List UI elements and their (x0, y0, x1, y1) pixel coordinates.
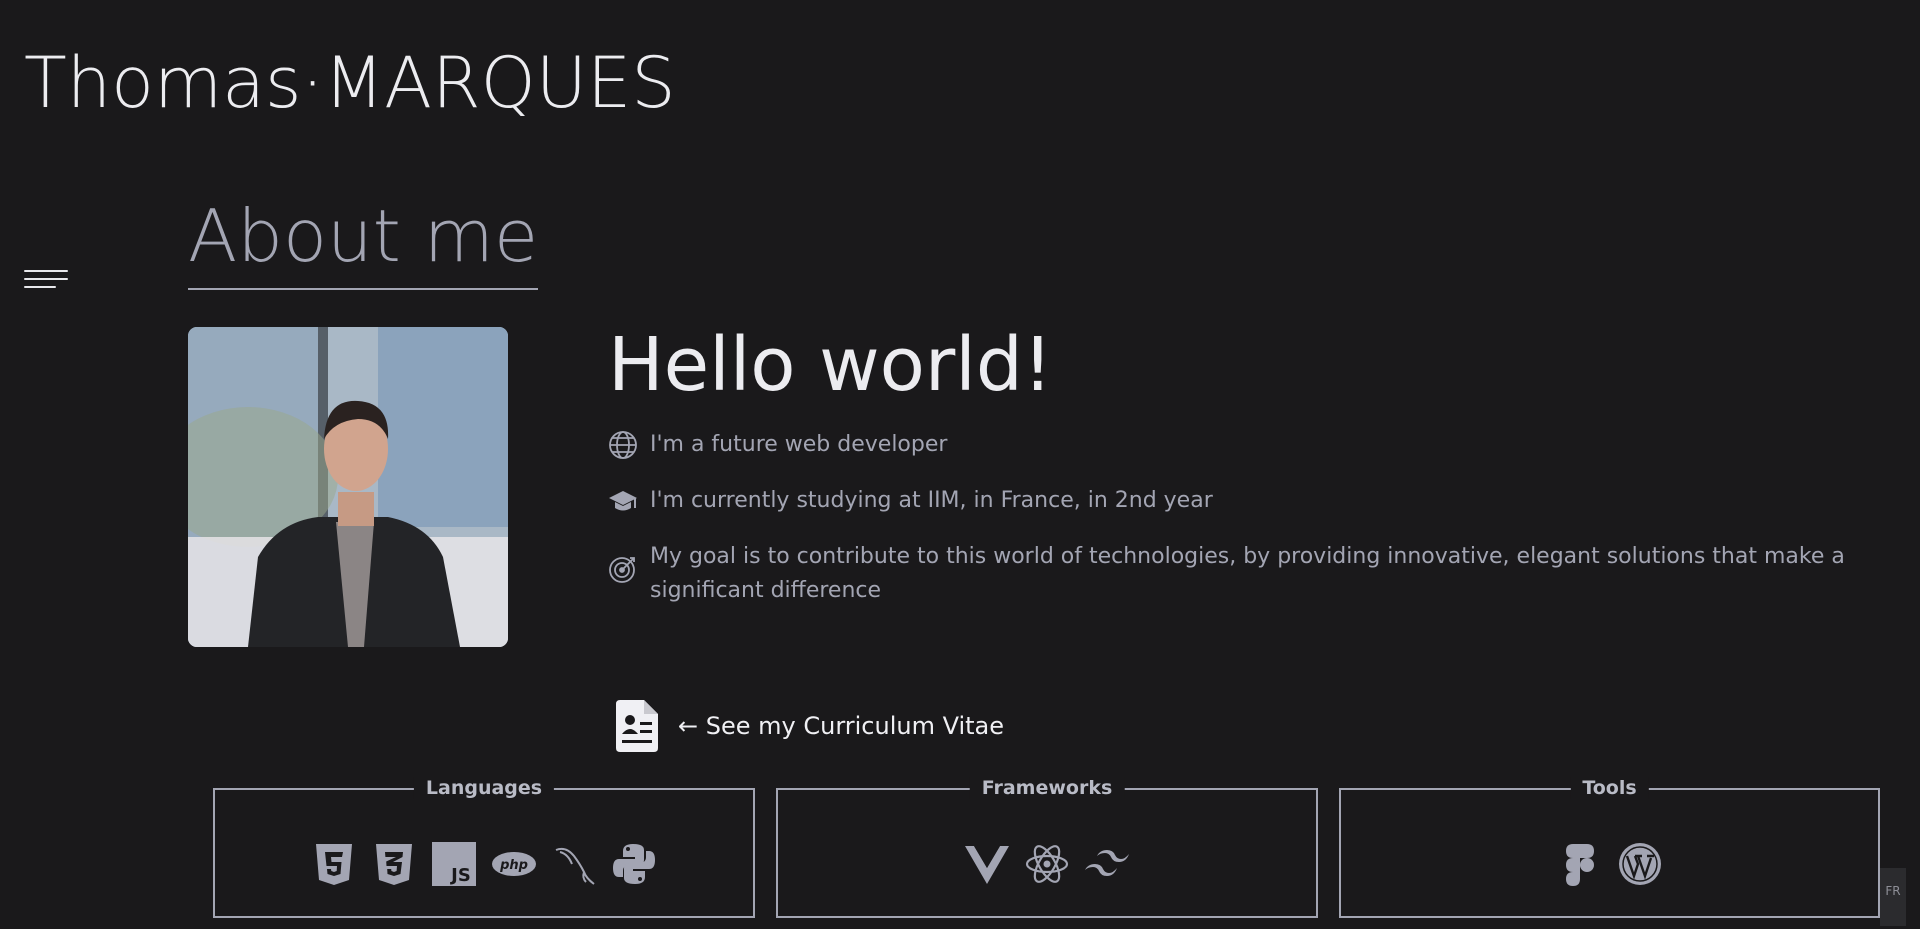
skills-frameworks: Frameworks (776, 777, 1318, 918)
javascript-icon: JS (432, 842, 476, 886)
fact-text: I'm a future web developer (650, 432, 948, 457)
skills-frameworks-title: Frameworks (969, 777, 1125, 799)
fact-item: I'm currently studying at IIM, in France… (608, 484, 1858, 518)
figma-icon (1558, 842, 1602, 886)
profile-photo (188, 327, 508, 647)
fact-item: I'm a future web developer (608, 428, 1858, 462)
site-title[interactable]: Thomas·MARQUES (24, 48, 676, 118)
skills-tools: Tools (1339, 777, 1880, 918)
fact-item: My goal is to contribute to this world o… (608, 540, 1858, 608)
svg-text:JS: JS (449, 865, 471, 886)
hamburger-menu-icon[interactable] (24, 270, 70, 298)
skills-languages: Languages JS php (213, 777, 755, 918)
html5-icon (312, 842, 356, 886)
php-icon: php (492, 842, 536, 886)
cv-link-label: ← See my Curriculum Vitae (678, 712, 1005, 740)
mysql-icon (552, 842, 596, 886)
target-icon (608, 554, 638, 584)
vue-icon (965, 842, 1009, 886)
tailwind-icon (1085, 842, 1129, 886)
svg-text:php: php (499, 858, 528, 873)
page: Thomas·MARQUES About me Hello world! I'm… (0, 0, 1920, 929)
globe-icon (608, 430, 638, 460)
language-switch[interactable]: FR (1880, 868, 1906, 926)
wordpress-icon (1618, 842, 1662, 886)
skills-tools-title: Tools (1570, 777, 1649, 799)
react-icon (1025, 842, 1069, 886)
python-icon (612, 842, 656, 886)
greeting-heading: Hello world! (608, 322, 1053, 408)
resume-file-icon (614, 698, 660, 754)
cv-link[interactable]: ← See my Curriculum Vitae (614, 698, 1004, 754)
graduation-cap-icon (608, 486, 638, 516)
css3-icon (372, 842, 416, 886)
fact-text: My goal is to contribute to this world o… (650, 544, 1845, 603)
facts-list: I'm a future web developer I'm currently… (608, 428, 1858, 630)
section-title: About me (188, 200, 539, 290)
fact-text: I'm currently studying at IIM, in France… (650, 488, 1213, 513)
skills-languages-title: Languages (413, 777, 555, 799)
